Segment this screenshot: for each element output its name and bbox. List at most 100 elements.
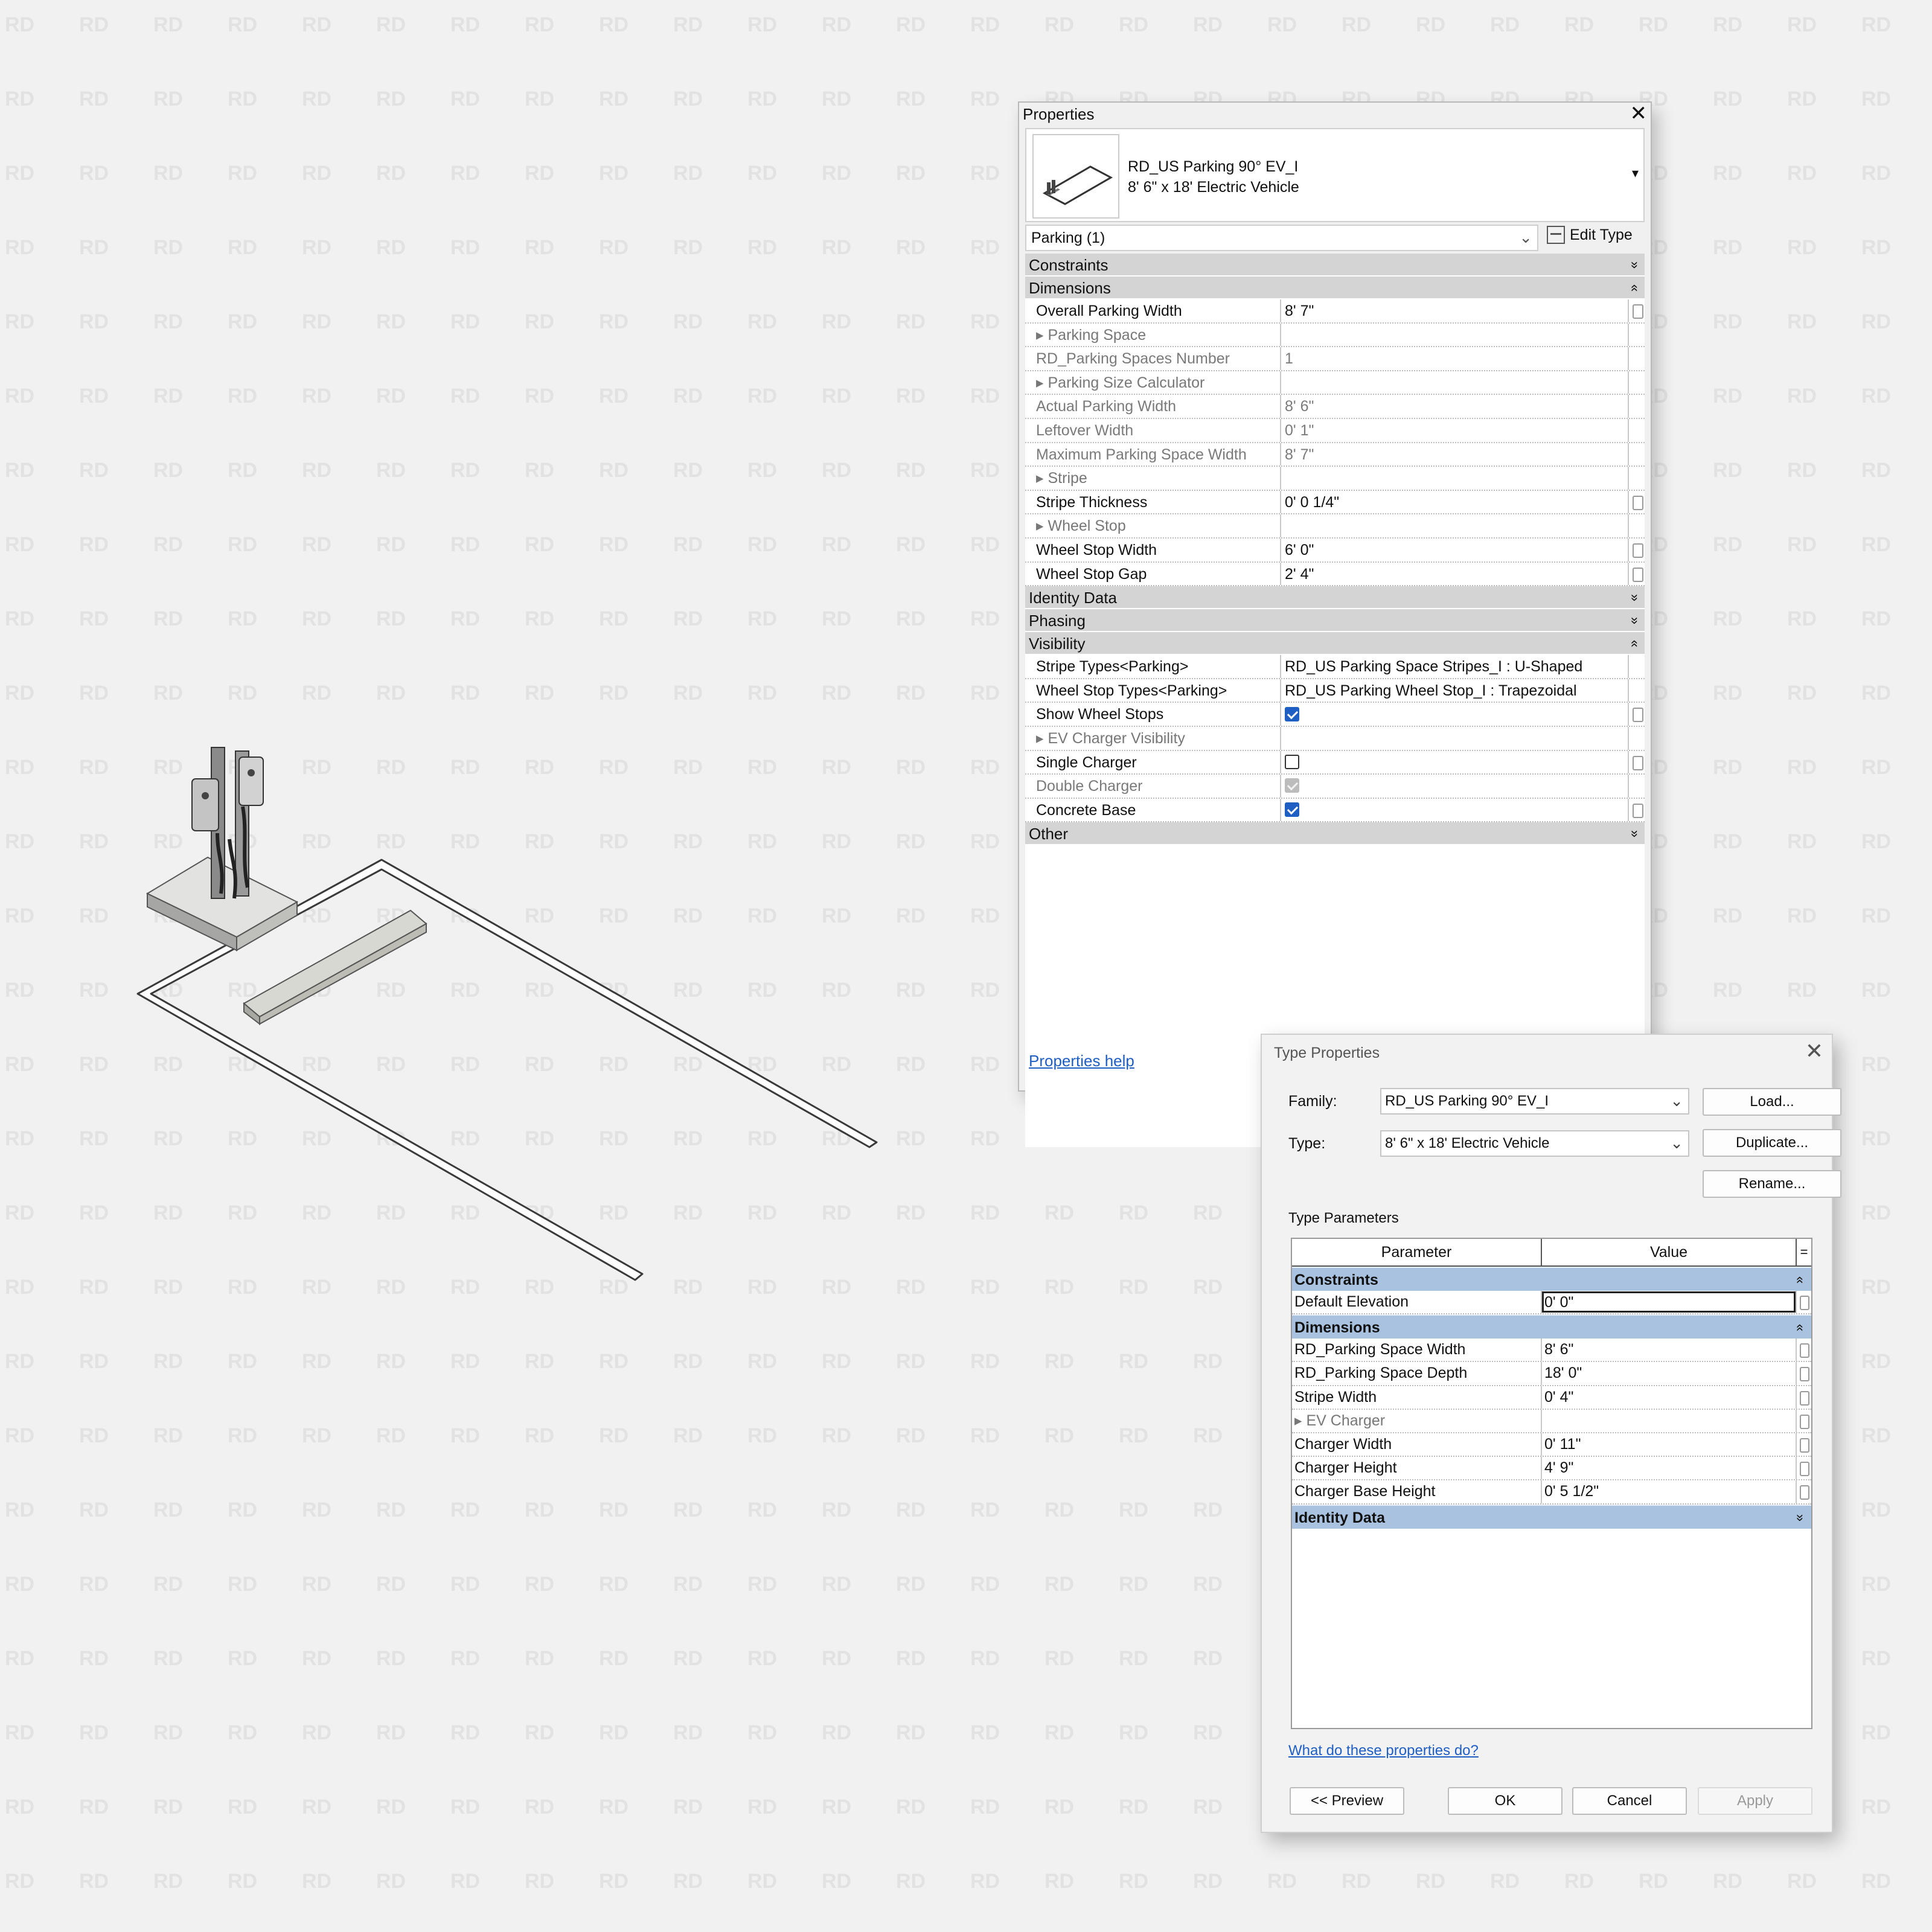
parameter-value[interactable]: 8' 6" [1542, 1339, 1796, 1361]
associate-parameter-button[interactable] [1796, 1480, 1811, 1503]
watermark-text: RD [1193, 1647, 1223, 1670]
watermark-text: RD [1861, 1573, 1891, 1596]
parameter-name: Default Elevation [1292, 1291, 1542, 1314]
group-header[interactable]: Identity Data » [1025, 586, 1646, 610]
associate-parameter-button[interactable] [1796, 1291, 1811, 1314]
family-dropdown[interactable]: RD_US Parking 90° EV_I ⌄ [1380, 1088, 1689, 1115]
group-header[interactable]: Phasing » [1025, 609, 1646, 633]
property-value[interactable]: 0' 0 1/4" [1281, 491, 1628, 514]
group-header[interactable]: Other » [1025, 822, 1646, 846]
associate-parameter-button[interactable] [1796, 1433, 1811, 1456]
properties-info-link[interactable]: What do these properties do? [1288, 1742, 1479, 1759]
3d-viewport[interactable] [0, 0, 966, 1328]
associate-parameter-button[interactable] [1796, 1386, 1811, 1409]
watermark-text: RD [1713, 904, 1742, 927]
watermark-text: RD [228, 1499, 257, 1521]
group-header[interactable]: Constraints « [1292, 1267, 1811, 1291]
associate-parameter-button[interactable] [1628, 299, 1645, 322]
associate-parameter-button[interactable] [1628, 703, 1645, 726]
associate-parameter-button[interactable] [1796, 1409, 1811, 1432]
column-header-value[interactable]: Value [1542, 1239, 1797, 1265]
property-name: Actual Parking Width [1025, 395, 1281, 418]
parameter-name: ▸ EV Charger [1292, 1409, 1542, 1432]
group-header[interactable]: Dimensions « [1292, 1314, 1811, 1339]
group-header[interactable]: Dimensions « [1025, 277, 1645, 299]
associate-parameter-button[interactable] [1628, 798, 1645, 822]
parameter-value[interactable]: 0' 5 1/2" [1542, 1480, 1796, 1503]
watermark-text: RD [1713, 1870, 1742, 1893]
property-value[interactable]: 6' 0" [1281, 539, 1628, 561]
watermark-text: RD [1713, 13, 1742, 36]
property-row: ▸ Parking Space [1025, 323, 1645, 348]
group-header[interactable]: Constraints » [1025, 254, 1645, 277]
parameter-value[interactable]: 0' 11" [1542, 1433, 1796, 1456]
checkbox[interactable] [1285, 706, 1299, 721]
type-selector[interactable]: RD_US Parking 90° EV_I 8' 6" x 18' Elect… [1025, 128, 1645, 222]
watermark-text: RD [970, 236, 1000, 259]
expand-icon[interactable]: » [1623, 594, 1646, 601]
property-row: ▸ Wheel Stop [1025, 514, 1645, 539]
property-value[interactable]: RD_US Parking Wheel Stop_I : Trapezoidal [1281, 679, 1628, 702]
parameter-value[interactable]: 0' 4" [1542, 1386, 1796, 1409]
expand-icon[interactable]: » [1788, 1514, 1812, 1521]
edit-type-button[interactable]: Edit Type [1547, 226, 1633, 250]
watermark-text: RD [673, 1424, 703, 1447]
watermark-text: RD [970, 1424, 1000, 1447]
properties-help-link[interactable]: Properties help [1029, 1052, 1134, 1070]
watermark-text: RD [1119, 1276, 1148, 1299]
chevron-down-icon[interactable]: ▾ [1632, 165, 1639, 181]
watermark-text: RD [747, 1870, 777, 1893]
preview-button[interactable]: << Preview [1290, 1787, 1404, 1815]
property-value[interactable]: 8' 7" [1281, 299, 1628, 322]
parameter-value[interactable]: 18' 0" [1542, 1362, 1796, 1384]
associate-parameter-button[interactable] [1628, 490, 1645, 514]
collapse-icon[interactable]: « [1623, 640, 1646, 647]
checkbox[interactable] [1285, 754, 1299, 769]
watermark-text: RD [153, 1499, 183, 1521]
properties-titlebar[interactable]: Properties ✕ [1019, 101, 1651, 126]
cancel-button[interactable]: Cancel [1572, 1787, 1687, 1815]
close-icon[interactable]: ✕ [1630, 101, 1648, 126]
rename-button[interactable]: Rename... [1703, 1170, 1841, 1198]
associate-parameter-button[interactable] [1628, 538, 1645, 561]
watermark-text: RD [1044, 1796, 1074, 1818]
parameter-value[interactable]: 4' 9" [1542, 1457, 1796, 1479]
row-spacer [1628, 418, 1645, 442]
associate-parameter-button[interactable] [1628, 562, 1645, 586]
parameter-name: RD_Parking Space Width [1292, 1339, 1542, 1361]
associate-parameter-button[interactable] [1628, 750, 1645, 774]
ev-charger [146, 747, 299, 952]
ok-button[interactable]: OK [1448, 1787, 1563, 1815]
associate-parameter-button[interactable] [1796, 1339, 1811, 1361]
type-dropdown[interactable]: 8' 6" x 18' Electric Vehicle ⌄ [1380, 1130, 1689, 1157]
expand-icon[interactable]: » [1623, 261, 1646, 269]
property-value[interactable]: 2' 4" [1281, 563, 1628, 586]
watermark-text: RD [5, 1796, 34, 1818]
close-icon[interactable]: ✕ [1805, 1038, 1823, 1064]
expand-icon[interactable]: » [1623, 617, 1646, 624]
collapse-icon[interactable]: « [1788, 1276, 1812, 1284]
property-value[interactable]: RD_US Parking Space Stripes_I : U-Shaped [1281, 655, 1628, 678]
column-header-formula[interactable]: = [1797, 1239, 1811, 1265]
duplicate-button[interactable]: Duplicate... [1703, 1129, 1841, 1157]
group-header[interactable]: Identity Data » [1292, 1504, 1812, 1529]
column-header-parameter[interactable]: Parameter [1292, 1239, 1542, 1265]
collapse-icon[interactable]: « [1623, 284, 1646, 292]
collapse-icon[interactable]: « [1788, 1324, 1812, 1331]
watermark-text: RD [1713, 830, 1742, 853]
associate-parameter-button[interactable] [1796, 1457, 1811, 1480]
load-button[interactable]: Load... [1703, 1088, 1841, 1116]
group-header[interactable]: Visibility « [1025, 632, 1646, 656]
expand-icon[interactable]: » [1623, 830, 1646, 837]
instance-filter-dropdown[interactable]: Parking (1) ⌄ [1025, 225, 1538, 251]
parameter-value-input[interactable]: 0' 0" [1542, 1291, 1796, 1313]
property-value-cell [1281, 775, 1628, 798]
checkbox[interactable] [1285, 802, 1299, 817]
associate-parameter-button[interactable] [1796, 1362, 1811, 1385]
property-value [1281, 467, 1628, 490]
watermark-text: RD [970, 310, 1000, 333]
parameter-row: ▸ EV Charger [1292, 1409, 1811, 1433]
property-value-cell [1281, 703, 1628, 726]
watermark-text: RD [228, 1647, 257, 1670]
property-value: 8' 6" [1285, 398, 1314, 415]
